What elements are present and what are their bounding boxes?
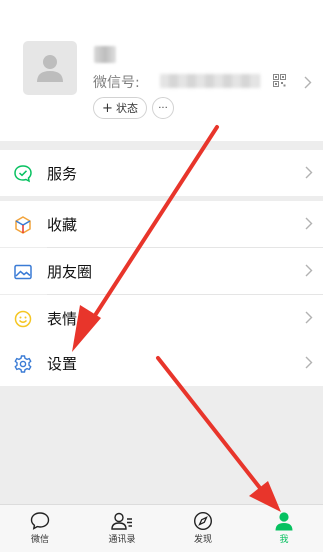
default-avatar-icon [37, 55, 63, 82]
chevron-right-icon [305, 311, 313, 324]
more-button[interactable]: ··· [152, 97, 174, 119]
wechat-id-redacted [160, 74, 260, 88]
status-button[interactable]: + 状态 [93, 97, 147, 119]
service-check-icon [14, 165, 32, 183]
cube-icon [15, 216, 31, 234]
menu-item-favorites[interactable]: 收藏 [0, 201, 323, 247]
picture-icon [14, 264, 32, 280]
ellipsis-icon: ··· [158, 102, 168, 114]
chevron-right-icon [305, 166, 313, 179]
menu-item-services[interactable]: 服务 [0, 150, 323, 196]
gear-icon [14, 355, 32, 373]
menu-item-label: 设置 [47, 355, 78, 373]
tab-label: 我 [279, 535, 289, 545]
chevron-right-icon [304, 76, 312, 89]
wechat-id-label: 微信号: [93, 75, 140, 91]
person-icon [275, 512, 293, 531]
tab-label: 微信 [30, 535, 49, 545]
menu-item-label: 服务 [47, 165, 78, 183]
tab-discover[interactable]: 发现 [173, 511, 233, 551]
menu-item-label: 朋友圈 [47, 263, 93, 281]
profile-header[interactable]: 微信号: + 状态 ··· [0, 0, 323, 141]
chevron-right-icon [305, 356, 313, 369]
chevron-right-icon [305, 264, 313, 277]
nickname-redacted [94, 46, 116, 63]
tab-contacts[interactable]: 通讯录 [92, 511, 152, 551]
chat-bubble-icon [30, 512, 50, 530]
smile-icon [14, 310, 32, 328]
avatar[interactable] [23, 41, 77, 95]
menu-item-settings[interactable]: 设置 [0, 340, 323, 386]
status-button-label: 状态 [115, 102, 138, 115]
menu-item-stickers[interactable]: 表情 [0, 295, 323, 341]
tab-me[interactable]: 我 [254, 511, 314, 551]
contacts-icon [111, 512, 132, 530]
qr-code-icon[interactable] [273, 74, 286, 87]
menu-item-label: 表情 [47, 310, 78, 328]
tab-chats[interactable]: 微信 [10, 511, 70, 551]
tab-label: 发现 [193, 535, 212, 545]
bottom-tab-bar: 微信 通讯录 发现 我 [0, 504, 323, 552]
chevron-right-icon [305, 217, 313, 230]
tab-label: 通讯录 [108, 535, 136, 545]
compass-icon [193, 511, 213, 531]
menu-item-moments[interactable]: 朋友圈 [0, 248, 323, 294]
plus-icon: + [102, 100, 113, 116]
menu-item-label: 收藏 [47, 216, 78, 234]
